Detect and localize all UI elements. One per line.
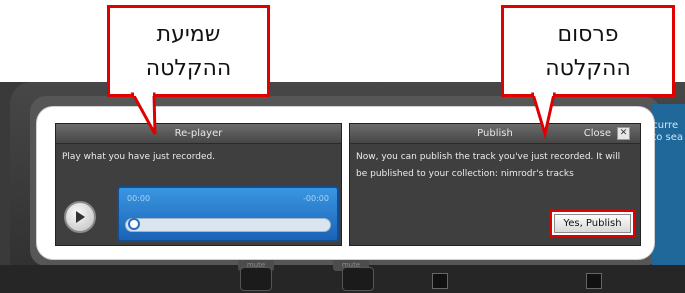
replayer-panel: Re-player Play what you have just record… — [55, 123, 342, 246]
mixer-knob-left[interactable] — [240, 267, 272, 291]
callout-right-line1: פרסום — [557, 22, 619, 47]
progress-handle[interactable] — [128, 218, 140, 230]
callout-right-line2: ההקלטה — [545, 56, 631, 81]
close-label: Close — [583, 128, 611, 139]
audio-player: 00:00 -00:00 — [117, 186, 339, 242]
mixer-square-control[interactable] — [432, 273, 448, 289]
replayer-description: Play what you have just recorded. — [62, 152, 216, 162]
replayer-title: Re-player — [56, 124, 341, 144]
mixer-knob-right[interactable] — [342, 267, 374, 291]
x-icon[interactable]: ✕ — [617, 127, 630, 140]
play-icon — [76, 211, 85, 223]
yes-publish-button-highlight: Yes, Publish — [550, 210, 635, 237]
time-remaining: -00:00 — [303, 194, 329, 203]
publish-panel: Publish Close ✕ Now, you can publish the… — [349, 123, 641, 246]
yes-publish-button[interactable]: Yes, Publish — [554, 214, 631, 233]
callout-left-line1: שמיעת — [156, 22, 221, 47]
right-info-text: curre to sea — [652, 120, 683, 143]
time-elapsed: 00:00 — [127, 194, 151, 203]
callout-left-pointer — [130, 90, 157, 135]
callout-right-pointer — [530, 90, 556, 140]
callout-right: פרסום ההקלטה — [501, 5, 675, 97]
close-button[interactable]: Close ✕ — [584, 124, 630, 143]
publish-header: Publish Close ✕ — [350, 124, 640, 144]
publish-message: Now, you can publish the track you've ju… — [356, 152, 621, 179]
publish-title: Publish — [477, 128, 513, 139]
mixer-square-control-2[interactable] — [586, 273, 602, 289]
callout-left-line2: ההקלטה — [145, 56, 232, 81]
play-button[interactable] — [64, 201, 96, 233]
callout-left: שמיעת ההקלטה — [107, 5, 270, 97]
progress-slider[interactable] — [125, 218, 331, 232]
